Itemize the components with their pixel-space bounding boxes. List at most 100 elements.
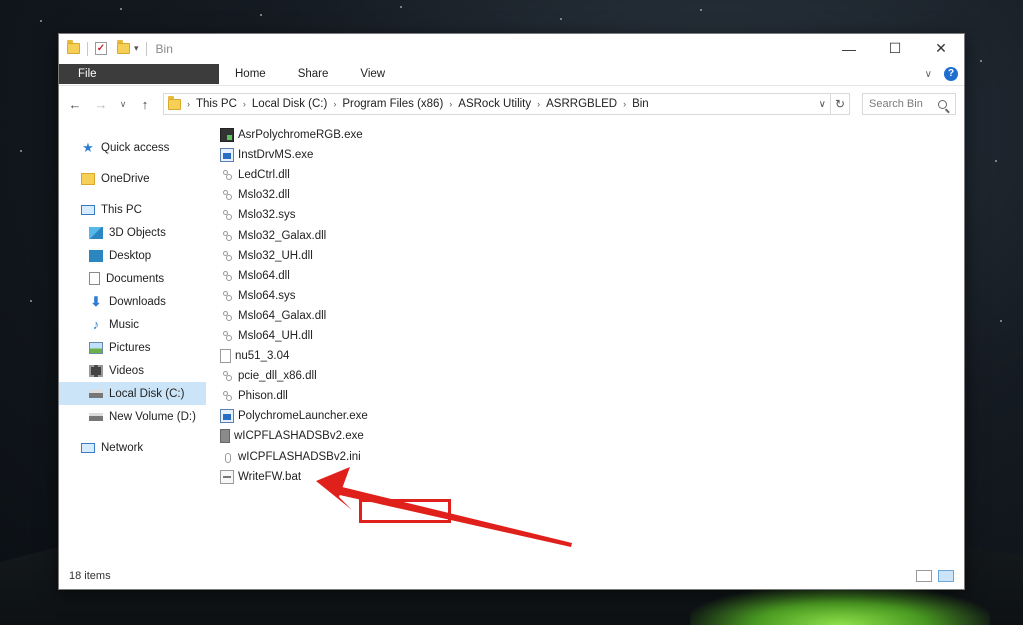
help-icon[interactable]: ?	[944, 67, 958, 81]
disk-icon	[89, 389, 103, 398]
computer-icon	[81, 204, 95, 215]
breadcrumb-asrrgbled[interactable]: ASRRGBLED	[546, 98, 617, 110]
sidebar-item-network[interactable]: Network	[59, 436, 206, 459]
item-count: 18 items	[69, 570, 111, 582]
maximize-button[interactable]: ☐	[872, 34, 918, 63]
list-item[interactable]: InstDrvMS.exe	[218, 145, 378, 165]
address-dropdown-icon[interactable]: ∨	[819, 99, 826, 110]
list-item-writefw-bat[interactable]: WriteFW.bat	[218, 467, 378, 487]
properties-icon[interactable]: ✓	[95, 42, 107, 55]
dll-file-icon	[220, 329, 234, 343]
explorer-window: ✓ ▾ Bin — ☐ ✕ File Home Share View ∨ ? ←…	[58, 33, 965, 590]
list-item[interactable]: nu51_3.04	[218, 346, 378, 366]
search-input[interactable]: Search Bin	[862, 93, 956, 115]
sys-file-icon	[220, 208, 234, 222]
title-bar: ✓ ▾ Bin — ☐ ✕	[59, 34, 964, 63]
list-item[interactable]: Mslo32.sys	[218, 205, 378, 225]
large-icons-view-icon[interactable]	[938, 570, 954, 582]
back-button[interactable]: ←	[65, 97, 85, 112]
dll-file-icon	[220, 369, 234, 383]
network-icon	[81, 442, 95, 453]
exe-file-icon	[220, 128, 234, 143]
tab-home[interactable]: Home	[219, 63, 282, 86]
sidebar-item-this-pc[interactable]: This PC	[59, 198, 206, 221]
dll-file-icon	[220, 389, 234, 403]
dll-file-icon	[220, 309, 234, 323]
details-view-icon[interactable]	[916, 570, 932, 582]
folder-icon	[81, 172, 95, 185]
navigation-pane: ★ Quick access OneDrive This PC 3D Objec…	[59, 122, 206, 563]
breadcrumb-asrock-utility[interactable]: ASRock Utility	[458, 98, 531, 110]
download-icon: ⬇	[90, 293, 102, 309]
list-item[interactable]: Phison.dll	[218, 386, 378, 406]
sidebar-item-onedrive[interactable]: OneDrive	[59, 167, 206, 190]
sidebar-item-videos[interactable]: Videos	[59, 359, 206, 382]
list-item[interactable]: wICPFLASHADSBv2.ini	[218, 447, 378, 467]
list-item[interactable]: AsrPolychromeRGB.exe	[218, 125, 378, 145]
video-icon	[89, 364, 103, 377]
list-item[interactable]: Mslo64_UH.dll	[218, 326, 378, 346]
list-item[interactable]: Mslo32_UH.dll	[218, 246, 378, 266]
search-icon	[938, 99, 947, 109]
folder-icon	[168, 95, 181, 110]
dll-file-icon	[220, 168, 234, 182]
sys-file-icon	[220, 289, 234, 303]
cube-icon	[89, 226, 103, 239]
list-item[interactable]: Mslo32_Galax.dll	[218, 225, 378, 245]
breadcrumb-program-files[interactable]: Program Files (x86)	[342, 98, 443, 110]
quick-access-toolbar: ✓ ▾	[67, 40, 150, 56]
music-icon: ♪	[92, 316, 100, 332]
breadcrumb-local-disk[interactable]: Local Disk (C:)	[252, 98, 327, 110]
forward-button[interactable]: →	[91, 97, 111, 112]
disk-icon	[89, 412, 103, 421]
recent-locations-button[interactable]: ∨	[117, 99, 129, 110]
window-title: Bin	[155, 41, 173, 56]
blank-file-icon	[220, 349, 231, 364]
sidebar-item-music[interactable]: ♪ Music	[59, 313, 206, 336]
exe-file-icon	[220, 429, 230, 444]
breadcrumb-bin[interactable]: Bin	[632, 98, 649, 110]
list-item[interactable]: pcie_dll_x86.dll	[218, 366, 378, 386]
sidebar-item-new-volume-d[interactable]: New Volume (D:)	[59, 405, 206, 428]
new-folder-icon[interactable]	[117, 40, 130, 54]
sidebar-item-documents[interactable]: Documents	[59, 267, 206, 290]
list-item[interactable]: Mslo32.dll	[218, 185, 378, 205]
list-item[interactable]: Mslo64.sys	[218, 286, 378, 306]
batch-file-icon	[220, 469, 234, 484]
navigation-bar: ← → ∨ ↑ › This PC › Local Disk (C:) › Pr…	[59, 86, 964, 122]
list-item[interactable]: Mslo64_Galax.dll	[218, 306, 378, 326]
status-bar: 18 items	[59, 563, 964, 589]
expand-ribbon-icon[interactable]: ∨	[925, 69, 932, 80]
sidebar-item-pictures[interactable]: Pictures	[59, 336, 206, 359]
sidebar-item-desktop[interactable]: Desktop	[59, 244, 206, 267]
address-bar[interactable]: › This PC › Local Disk (C:) › Program Fi…	[163, 93, 831, 115]
customize-toolbar-icon[interactable]: ▾	[134, 43, 139, 54]
dll-file-icon	[220, 229, 234, 243]
sidebar-item-local-disk-c[interactable]: Local Disk (C:)	[59, 382, 206, 405]
highlight-box	[359, 499, 451, 523]
search-placeholder: Search Bin	[869, 98, 923, 110]
ribbon-tabs: File Home Share View ∨ ?	[59, 63, 964, 86]
exe-file-icon	[220, 409, 234, 424]
tab-file[interactable]: File	[59, 63, 219, 85]
sidebar-item-downloads[interactable]: ⬇ Downloads	[59, 290, 206, 313]
list-item[interactable]: wICPFLASHADSBv2.exe	[218, 426, 378, 446]
tab-share[interactable]: Share	[282, 63, 345, 86]
list-item[interactable]: LedCtrl.dll	[218, 165, 378, 185]
document-icon	[89, 272, 100, 285]
list-item[interactable]: PolychromeLauncher.exe	[218, 406, 378, 426]
refresh-button[interactable]: ↻	[830, 93, 850, 115]
folder-icon[interactable]	[67, 40, 80, 54]
minimize-button[interactable]: —	[826, 34, 872, 63]
list-item[interactable]: Mslo64.dll	[218, 266, 378, 286]
dll-file-icon	[220, 249, 234, 263]
sidebar-item-quick-access[interactable]: ★ Quick access	[59, 136, 206, 159]
desktop-icon	[89, 249, 103, 262]
up-button[interactable]: ↑	[135, 97, 155, 112]
close-button[interactable]: ✕	[918, 34, 964, 63]
sidebar-item-3d-objects[interactable]: 3D Objects	[59, 221, 206, 244]
dll-file-icon	[220, 269, 234, 283]
star-icon: ★	[82, 139, 94, 155]
tab-view[interactable]: View	[344, 63, 401, 86]
breadcrumb-this-pc[interactable]: This PC	[196, 98, 237, 110]
